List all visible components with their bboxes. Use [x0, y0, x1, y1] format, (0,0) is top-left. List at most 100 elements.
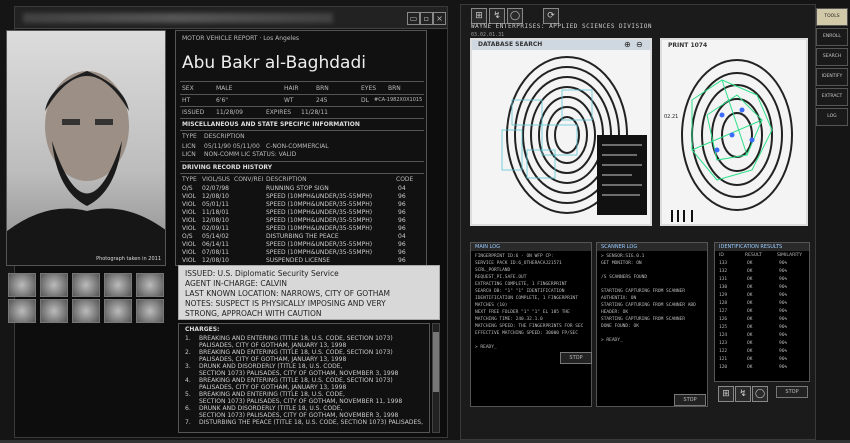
history-cell-desc: SPEED (10MPH&UNDER/35-55MPH) [266, 209, 373, 216]
tab-search[interactable]: SEARCH [816, 48, 848, 66]
history-cell-c: 96 [398, 209, 406, 216]
lic-value: C-NON-COMMERCIAL [266, 143, 329, 150]
log-line: SCRL_PORTLAND [475, 268, 511, 273]
history-cell-c: 96 [398, 225, 406, 232]
history-cell-c: 96 [398, 201, 406, 208]
report-header: MOTOR VEHICLE REPORT · Los Angeles [182, 35, 300, 42]
divider [180, 94, 424, 95]
grid-icon[interactable]: ⊞ [471, 8, 487, 24]
charge-line: BREAKING AND ENTERING (TITLE 18, U.S. CO… [199, 349, 393, 356]
charge-line: BREAKING AND ENTERING (TITLE 18, U.S. CO… [199, 377, 393, 384]
eyes-value: BRN [388, 85, 401, 92]
id-result-cell: 96% [779, 285, 788, 290]
id-result-cell: 96% [779, 277, 788, 282]
height-label: HT [182, 97, 191, 104]
scanner-log-title: SCANNER LOG [597, 243, 707, 251]
charge-line: DISTURBING THE PEACE (TITLE 18, U.S. COD… [199, 419, 423, 426]
charge-line-detail: PALISADES, CITY OF GOTHAM, JANUARY 13, 1… [199, 356, 347, 363]
thumbnail[interactable] [8, 299, 36, 323]
misc-title: MISCELLANEOUS AND STATE SPECIFIC INFORMA… [182, 121, 360, 128]
maximize-icon[interactable]: ▫ [420, 12, 433, 25]
scanner-log-stop-button[interactable]: STOP [674, 394, 706, 406]
last-known-location: LAST KNOWN LOCATION: NARROWS, CITY OF GO… [185, 289, 391, 298]
results-circle-icon[interactable]: ◯ [752, 386, 768, 402]
id-result-cell: OK [747, 365, 753, 370]
hair-label: HAIR [284, 85, 299, 92]
thumbnail[interactable] [72, 273, 100, 297]
history-col-code: CODE [396, 176, 414, 183]
results-run-icon[interactable]: ↯ [735, 386, 751, 402]
thumbnail[interactable] [8, 273, 36, 297]
history-cell-d: 02/07/98 [202, 185, 229, 192]
id-result-cell: 96% [779, 269, 788, 274]
log-line: GET MONITOR: ON [601, 261, 642, 266]
history-cell-t: VIOL [182, 257, 196, 264]
results-stop-button[interactable]: STOP [776, 386, 808, 398]
id-result-cell: 130 [719, 285, 728, 290]
charge-number: 6. [185, 405, 191, 412]
agent-in-charge: AGENT IN-CHARGE: CALVIN [185, 279, 288, 288]
issued-value: 11/28/09 [216, 109, 243, 116]
tab-identify[interactable]: IDENTIFY [816, 68, 848, 86]
tab-log[interactable]: LOG [816, 108, 848, 126]
history-col-desc: DESCRIPTION [266, 176, 307, 183]
history-cell-c: 96 [398, 241, 406, 248]
log-line: EXTRACTING COMPLETE, 1 FINGERPRINT [475, 282, 568, 287]
log-line: MATCHING TIME: 240.32.1.0 [475, 317, 543, 322]
log-line: HEADER: OK [601, 310, 629, 315]
thumbnail[interactable] [40, 299, 68, 323]
history-cell-t: VIOL [182, 225, 196, 232]
main-log-panel: MAIN LOG FINGERPRINT ID:6 · ON WFP CP: SE… [470, 242, 592, 407]
refresh-icon[interactable]: ⟳ [543, 8, 559, 24]
thumbnail[interactable] [136, 299, 164, 323]
suspect-name: Abu Bakr al-Baghdadi [182, 53, 366, 73]
history-cell-c: 96 [398, 193, 406, 200]
id-result-cell: 96% [779, 341, 788, 346]
weight-label: WT [284, 97, 294, 104]
id-result-cell: OK [747, 317, 753, 322]
suspect-photo: Photograph taken in 2011 [6, 30, 166, 266]
zoom-in-icon[interactable]: ⊕ [624, 40, 631, 49]
history-cell-c: 96 [398, 257, 406, 264]
tab-tools[interactable]: TOOLS [816, 8, 848, 26]
zoom-out-icon[interactable]: ⊖ [636, 40, 643, 49]
run-icon[interactable]: ↯ [489, 8, 505, 24]
thumbnail[interactable] [104, 273, 132, 297]
results-grid-icon[interactable]: ⊞ [718, 386, 734, 402]
id-result-cell: 96% [779, 301, 788, 306]
close-icon[interactable]: × [433, 12, 446, 25]
thumbnail[interactable] [40, 273, 68, 297]
id-col-result: RESULT [745, 253, 762, 258]
tab-extract[interactable]: EXTRACT [816, 88, 848, 106]
log-line: SEARCH DB: "1" "1" IDENTIFICATION [475, 289, 565, 294]
print-code: 02.21 [664, 114, 679, 120]
tab-enroll[interactable]: ENROLL [816, 28, 848, 46]
history-cell-d: 06/14/11 [202, 241, 229, 248]
notes-line-1: NOTES: SUSPECT IS PHYSICALLY IMPOSING AN… [185, 299, 386, 308]
history-cell-d: 07/08/11 [202, 249, 229, 256]
id-result-cell: 123 [719, 341, 728, 346]
id-results-title: IDENTIFICATION RESULTS [715, 243, 809, 251]
id-result-cell: 128 [719, 301, 728, 306]
print-label: PRINT 1074 [668, 42, 708, 49]
thumbnail[interactable] [136, 273, 164, 297]
scrollbar-thumb[interactable] [433, 332, 439, 392]
photo-caption: Photograph taken in 2011 [96, 256, 161, 262]
main-log-stop-button[interactable]: STOP [560, 352, 592, 364]
log-line: > READY_ [475, 345, 497, 350]
charge-line: DRUNK AND DISORDERLY (TITLE 18, U.S. COD… [199, 363, 343, 370]
log-line: STARTING CAPTURING FROM SCANNER [601, 317, 685, 322]
id-result-cell: OK [747, 325, 753, 330]
history-cell-t: VIOL [182, 241, 196, 248]
charge-number: 1. [185, 335, 191, 342]
thumbnail[interactable] [104, 299, 132, 323]
circle-icon[interactable]: ◯ [507, 8, 523, 24]
id-col-similarity: SIMILARITY [777, 253, 803, 258]
description-label: DESCRIPTION [204, 133, 245, 140]
history-cell-d: 12/08/10 [202, 193, 229, 200]
suspect-portrait-image [7, 71, 165, 265]
thumbnail[interactable] [72, 299, 100, 323]
id-result-cell: 96% [779, 309, 788, 314]
expires-label: EXPIRES [266, 109, 292, 116]
minimize-icon[interactable]: ▭ [407, 12, 420, 25]
